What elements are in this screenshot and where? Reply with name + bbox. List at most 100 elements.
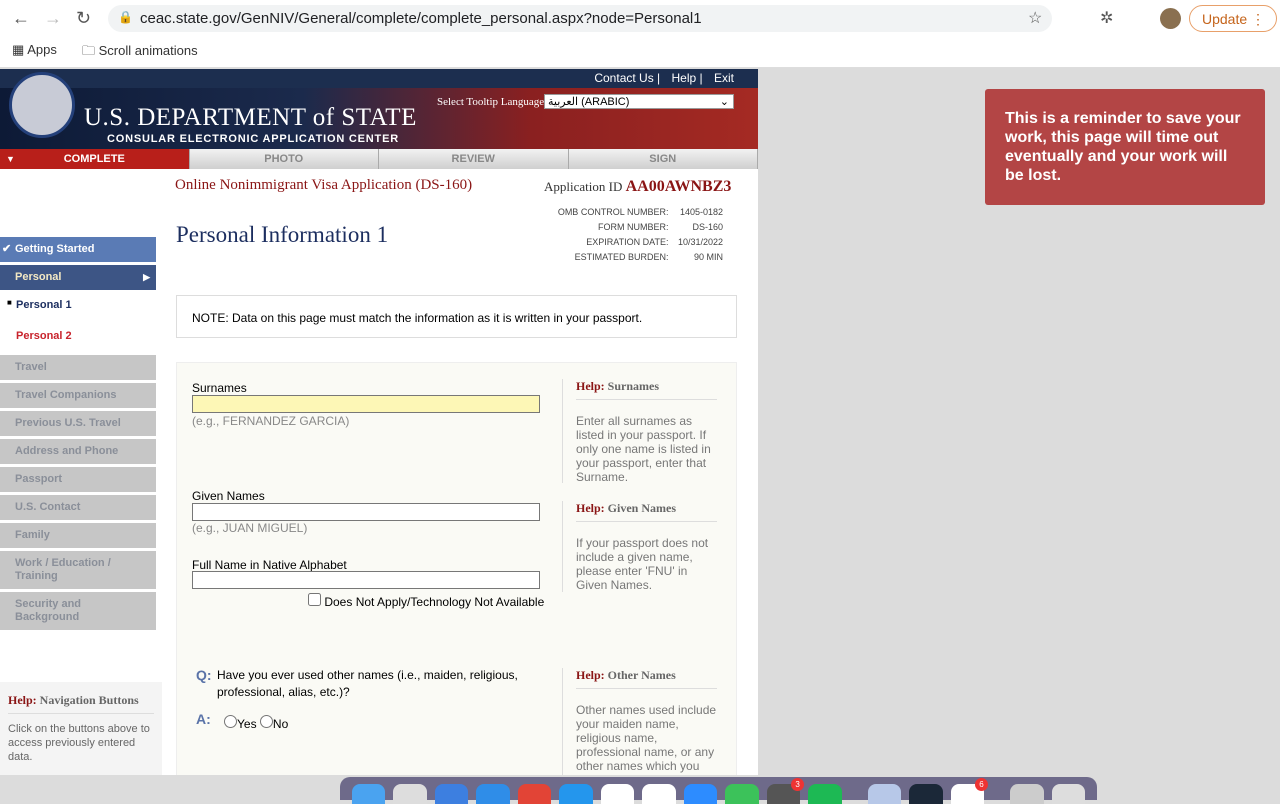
check-icon: ✔ — [2, 243, 12, 255]
sidebar-item-travel[interactable]: Travel — [0, 355, 156, 380]
form-title: Online Nonimmigrant Visa Application (DS… — [175, 177, 473, 193]
surnames-input[interactable] — [192, 395, 540, 413]
no-radio[interactable] — [259, 715, 273, 728]
given-names-label: Given Names — [192, 489, 265, 503]
top-links: Contact Us | Help | Exit — [0, 69, 758, 88]
settings-icon[interactable]: 3 — [766, 778, 805, 804]
todo-icon[interactable] — [600, 784, 635, 804]
forward-icon[interactable]: → — [44, 8, 62, 29]
step-tabs: ▼ COMPLETE PHOTO REVIEW SIGN — [0, 149, 758, 169]
page: Contact Us | Help | Exit U.S. DEPARTMENT… — [0, 69, 758, 775]
badge: 6 — [975, 778, 989, 791]
chevron-down-icon: ⌄ — [719, 96, 729, 108]
avatar[interactable] — [1160, 8, 1181, 29]
does-not-apply[interactable]: Does Not Apply/Technology Not Available — [308, 593, 544, 609]
app-id-value: AA00AWNBZ3 — [625, 178, 732, 195]
calendar-icon[interactable]: 6 — [950, 778, 989, 804]
app-id-label: Application ID — [544, 179, 623, 194]
help-surnames: Help: Surnames Enter all surnames as list… — [562, 379, 717, 484]
q-marker: Q: — [196, 667, 212, 683]
update-label: Update — [1202, 11, 1248, 27]
address-bar[interactable]: 🔒 ceac.state.gov/GenNIV/General/complete/… — [108, 5, 1052, 32]
arrow-right-icon: ▶ — [143, 272, 150, 282]
help-navigation: Help: Navigation Buttons Click on the bu… — [0, 682, 162, 775]
tab-review[interactable]: REVIEW — [379, 149, 569, 169]
yes-radio[interactable] — [224, 715, 237, 728]
given-names-example: (e.g., JUAN MIGUEL) — [192, 521, 308, 535]
bookmark-scroll-animations[interactable]: 🗀 Scroll animations — [82, 42, 198, 64]
preview-icon[interactable] — [867, 784, 902, 804]
launchpad-icon[interactable] — [393, 784, 427, 804]
finder-icon[interactable] — [352, 784, 386, 804]
dept-title: U.S. DEPARTMENT of STATE — [84, 104, 417, 131]
sidebar-item-travel-companions[interactable]: Travel Companions — [0, 383, 156, 408]
application-id: Application ID AA00AWNBZ3 — [544, 178, 731, 196]
star-icon[interactable]: ☆ — [1028, 8, 1042, 28]
macos-dock: 3 6 — [340, 777, 1097, 804]
bullet-icon: ■ — [7, 298, 12, 307]
form-meta: OMB CONTROL NUMBER: 1405-0182 FORM NUMBE… — [557, 207, 723, 262]
page-title: Personal Information 1 — [176, 222, 389, 247]
sidebar-item-work-education[interactable]: Work / Education / Training — [0, 551, 156, 589]
steam-icon[interactable] — [909, 784, 943, 804]
slack-icon[interactable] — [642, 784, 676, 804]
downloads-icon[interactable] — [1010, 784, 1044, 804]
timeout-reminder-toast: This is a reminder to save your work, th… — [985, 89, 1265, 205]
sidebar-item-us-contact[interactable]: U.S. Contact — [0, 495, 156, 520]
chrome-icon[interactable] — [517, 784, 552, 804]
a-marker: A: — [196, 711, 211, 727]
bookmark-apps[interactable]: ▦ Apps — [12, 42, 57, 58]
sidebar-item-personal-2[interactable]: Personal 2 — [0, 321, 156, 352]
sidebar-item-personal-1[interactable]: ■ Personal 1 — [0, 293, 156, 318]
safari-icon[interactable] — [476, 784, 510, 804]
sidebar-item-personal[interactable]: Personal ▶ — [0, 265, 156, 290]
tooltip-language-select[interactable]: العربية (ARABIC) ⌄ — [544, 94, 734, 109]
no-label: No — [272, 717, 289, 731]
tab-photo[interactable]: PHOTO — [189, 149, 379, 169]
surnames-label: Surnames — [192, 381, 247, 395]
sidebar-item-getting-started[interactable]: ✔ Getting Started — [0, 237, 156, 262]
tab-complete[interactable]: ▼ COMPLETE — [0, 149, 190, 169]
contact-us-link[interactable]: Contact Us — [594, 71, 653, 85]
banner: U.S. DEPARTMENT of STATE CONSULAR ELECTR… — [0, 72, 758, 149]
docker-icon[interactable] — [559, 784, 593, 804]
native-name-input[interactable] — [192, 571, 540, 589]
whatsapp-icon[interactable] — [725, 784, 759, 804]
does-not-apply-checkbox[interactable] — [308, 593, 321, 606]
spotify-icon[interactable] — [808, 784, 842, 804]
help-given-names: Help: Given Names If your passport does n… — [562, 501, 717, 592]
trash-icon[interactable] — [1051, 784, 1085, 804]
seal-logo — [9, 72, 75, 138]
zoom-icon[interactable] — [683, 784, 718, 804]
back-icon[interactable]: ← — [12, 8, 30, 29]
bookmark-label: Apps — [27, 42, 57, 57]
given-names-input[interactable] — [192, 503, 540, 521]
tab-sign[interactable]: SIGN — [568, 149, 758, 169]
sidebar-item-security[interactable]: Security and Background — [0, 592, 156, 630]
sidebar-item-family[interactable]: Family — [0, 523, 156, 548]
note-box: NOTE: Data on this page must match the i… — [176, 295, 737, 338]
reload-icon[interactable]: ↻ — [76, 8, 91, 29]
exit-link[interactable]: Exit — [714, 71, 734, 85]
sidebar-item-previous-us-travel[interactable]: Previous U.S. Travel — [0, 411, 156, 436]
other-names-answer: Yes No — [224, 715, 288, 731]
help-other-names: Help: Other Names Other names used includ… — [562, 668, 717, 775]
lock-icon: 🔒 — [118, 10, 133, 24]
select-value: العربية (ARABIC) — [548, 96, 630, 108]
checkbox-label: Does Not Apply/Technology Not Available — [324, 595, 545, 609]
update-button[interactable]: Update ⋮ — [1189, 5, 1277, 32]
browser-toolbar: ← → ↻ 🔒 ceac.state.gov/GenNIV/General/com… — [0, 0, 1280, 68]
sidebar-nav: ✔ Getting Started Personal ▶ ■ Personal 1 P… — [0, 237, 156, 633]
yes-label: Yes — [237, 717, 257, 731]
extensions-icon[interactable]: ✲ — [1100, 8, 1113, 28]
tab-label: COMPLETE — [63, 153, 125, 165]
bookmark-label: Scroll animations — [98, 43, 198, 58]
mail-icon[interactable] — [434, 784, 469, 804]
sidebar-item-passport[interactable]: Passport — [0, 467, 156, 492]
badge: 3 — [791, 778, 805, 791]
sidebar-item-address-phone[interactable]: Address and Phone — [0, 439, 156, 464]
dept-subtitle: CONSULAR ELECTRONIC APPLICATION CENTER — [107, 133, 399, 145]
caret-down-icon: ▼ — [6, 154, 15, 164]
help-link[interactable]: Help — [672, 71, 697, 85]
surnames-example: (e.g., FERNANDEZ GARCIA) — [192, 414, 350, 428]
